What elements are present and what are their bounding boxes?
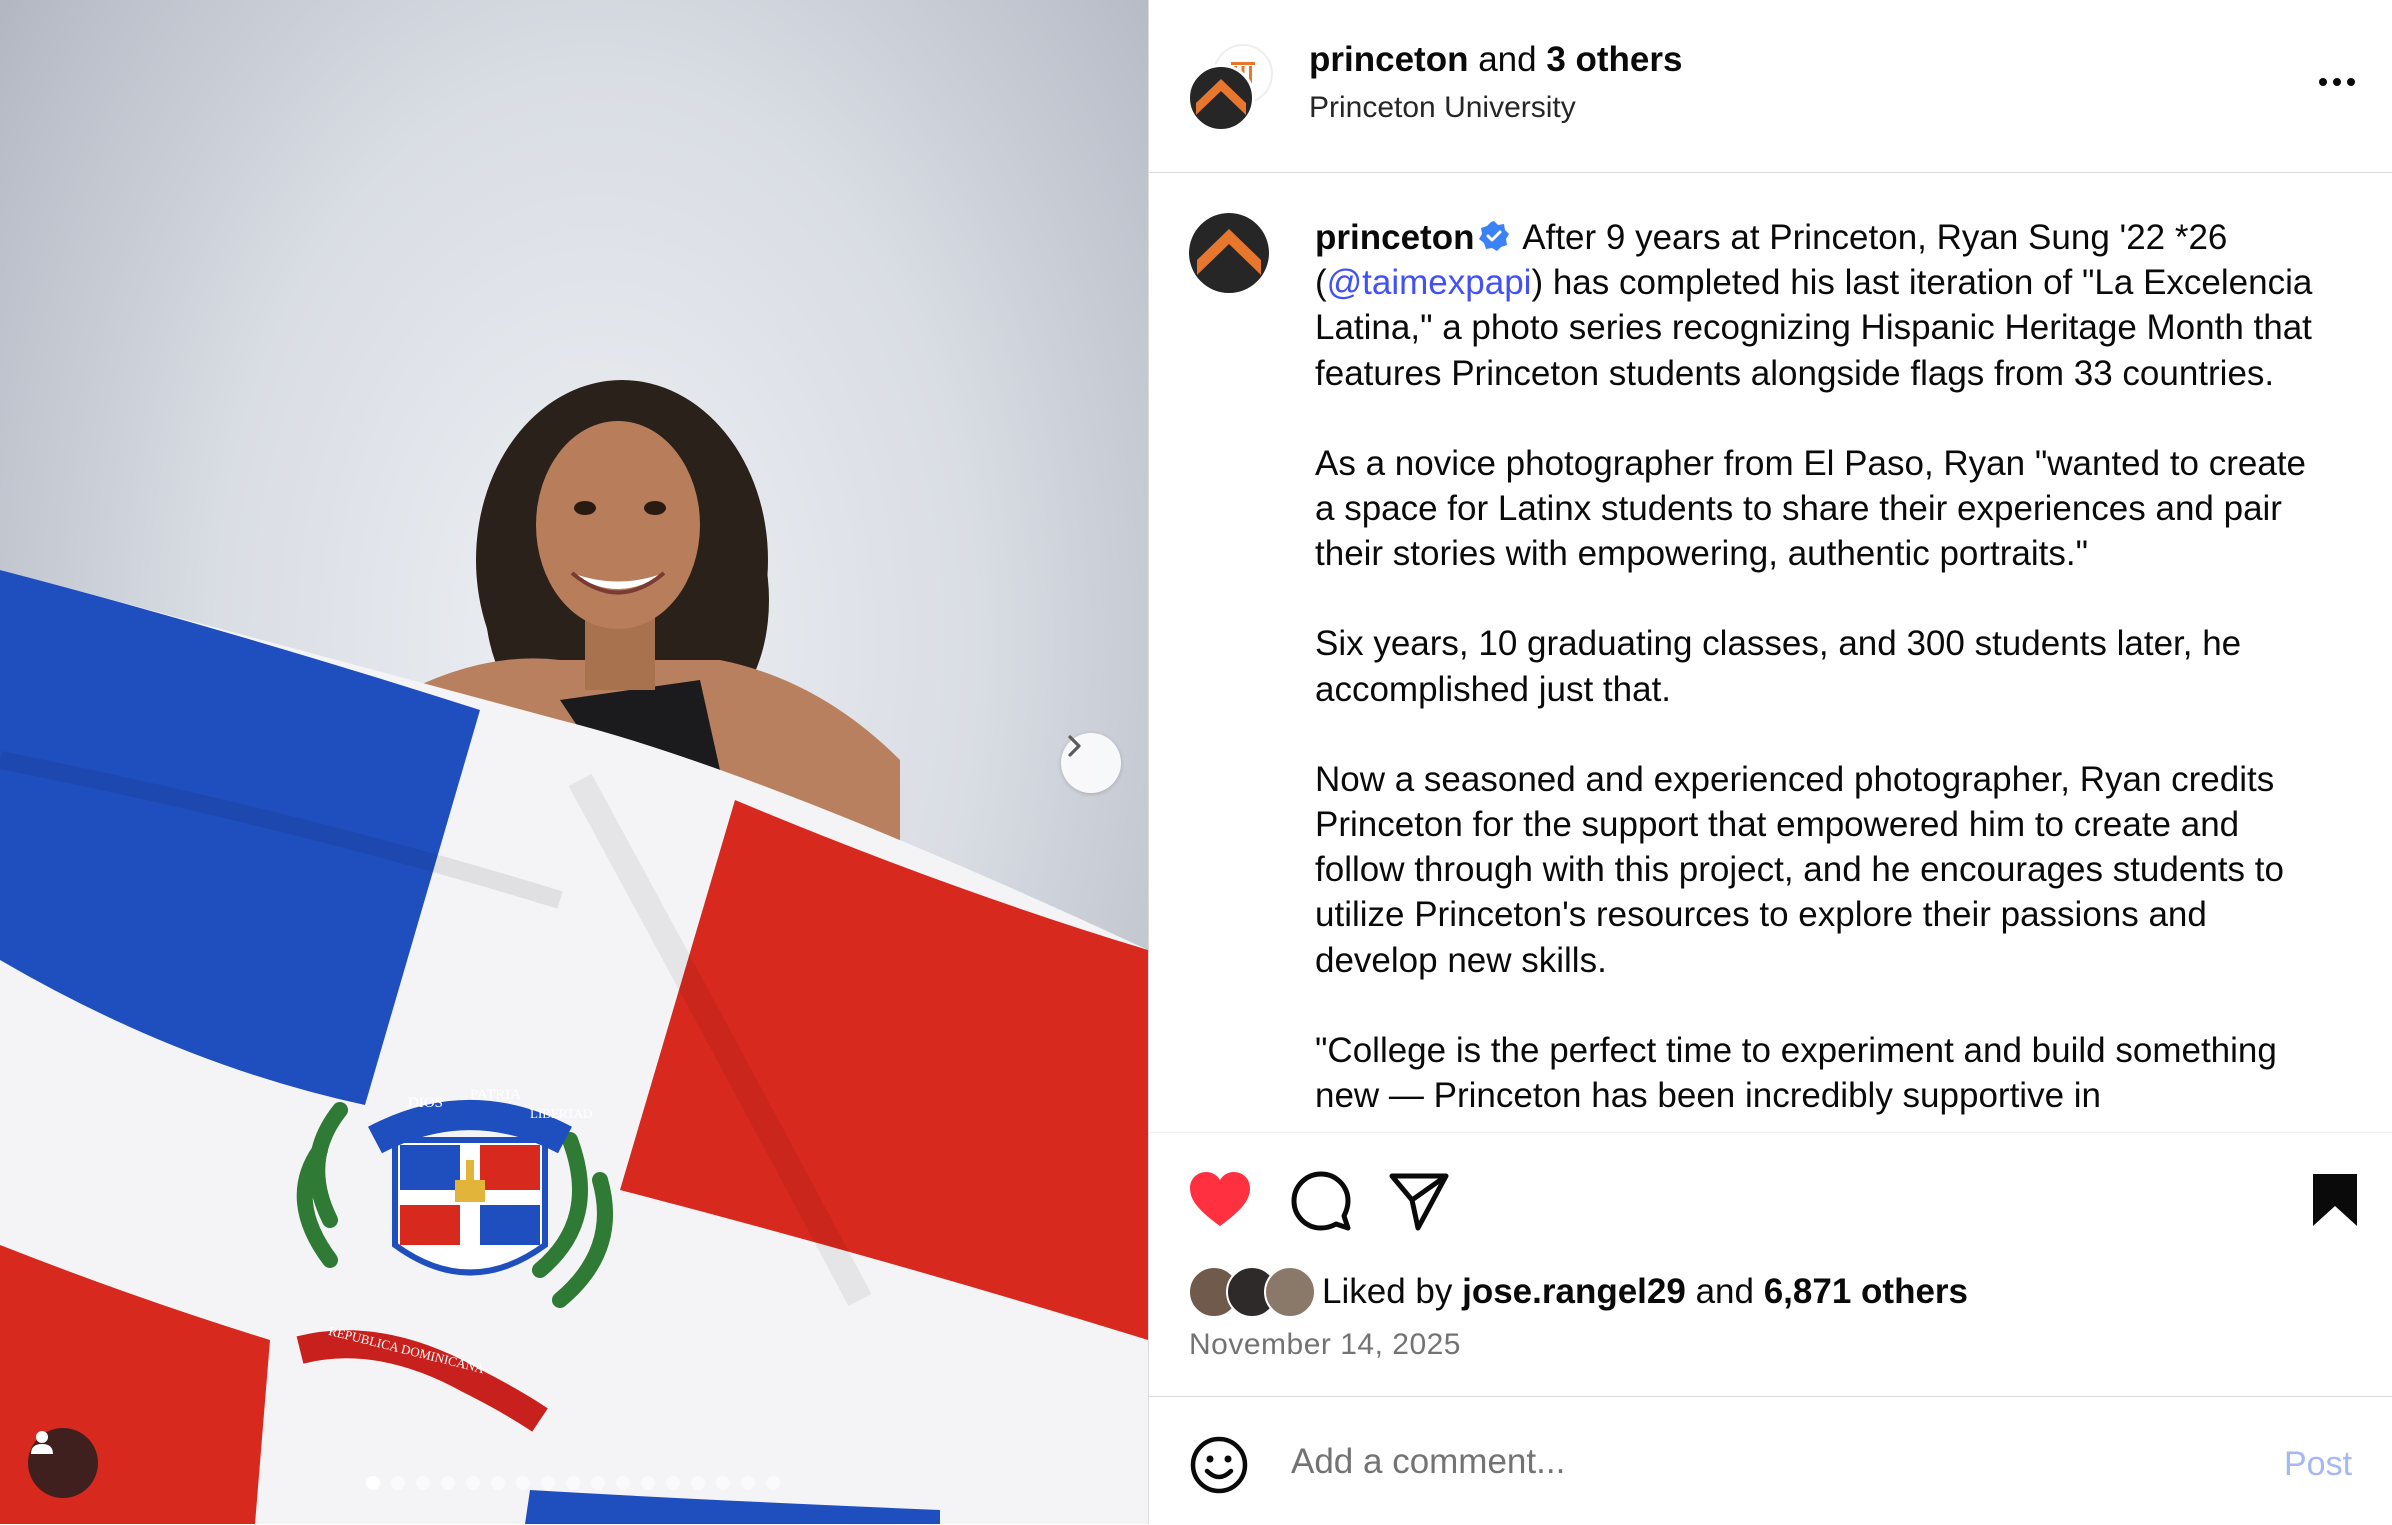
- share-button[interactable]: [1388, 1170, 1450, 1237]
- person-tag-icon: [31, 1431, 53, 1454]
- motto-libertad: LIBERTAD: [530, 1106, 592, 1121]
- carousel-dot: [441, 1476, 455, 1490]
- post-media[interactable]: DIOS PATRIA LIBERTAD REPUBLICA DOMINICAN…: [0, 0, 1148, 1524]
- caption-paragraph: "College is the perfect time to experime…: [1315, 1030, 2277, 1116]
- caption-paragraph: Six years, 10 graduating classes, and 30…: [1315, 624, 2242, 709]
- likes-summary: Liked by jose.rangel29 and 6,871 others: [1188, 1266, 1968, 1318]
- comment-button[interactable]: [1290, 1170, 1352, 1237]
- carousel-dot: [666, 1476, 680, 1490]
- more-horizontal-icon: [2319, 78, 2355, 86]
- motto-patria: PATRIA: [470, 1087, 521, 1103]
- carousel-dot: [691, 1476, 705, 1490]
- caption-username[interactable]: princeton: [1315, 218, 1474, 257]
- princeton-chevron-logo-icon: [1196, 79, 1246, 115]
- caption-paragraph: Now a seasoned and experienced photograp…: [1315, 759, 2284, 980]
- comment-bar: Post: [1149, 1396, 2392, 1525]
- post-header: princeton and 3 others Princeton Univers…: [1149, 0, 2392, 173]
- chevron-right-icon: [1068, 735, 1081, 757]
- caption-author-avatar[interactable]: [1189, 213, 1269, 293]
- face: [536, 421, 700, 629]
- paper-plane-icon: [1389, 1173, 1449, 1231]
- post-author-line[interactable]: princeton and 3 others: [1309, 40, 1682, 80]
- save-button[interactable]: [2310, 1172, 2360, 1233]
- carousel-dot: [516, 1476, 530, 1490]
- carousel-dot: [766, 1476, 780, 1490]
- verified-badge-icon: [1479, 221, 1510, 251]
- carousel-dot: [541, 1476, 555, 1490]
- carousel-dot: [591, 1476, 605, 1490]
- heart-filled-icon: [1190, 1172, 1250, 1226]
- carousel-dot: [641, 1476, 655, 1490]
- liker-username[interactable]: jose.rangel29: [1462, 1272, 1686, 1312]
- mention-link[interactable]: @taimexpapi: [1327, 263, 1532, 302]
- carousel-dot: [466, 1476, 480, 1490]
- liker-avatar: [1264, 1266, 1316, 1318]
- post-caption: princeton After 9 years at Princeton, Ry…: [1315, 215, 2325, 1131]
- carousel-dot: [491, 1476, 505, 1490]
- comment-input[interactable]: [1289, 1431, 2193, 1493]
- post-date[interactable]: November 14, 2025: [1189, 1328, 1461, 1362]
- caption-scroll-area[interactable]: princeton After 9 years at Princeton, Ry…: [1149, 173, 2392, 1131]
- princeton-avatar: [1187, 64, 1255, 132]
- princeton-chevron-logo-icon: [1197, 229, 1261, 275]
- author-subtitle: Princeton University: [1309, 91, 1576, 124]
- actions-divider: [1149, 1132, 2392, 1133]
- motto-dios: DIOS: [408, 1095, 443, 1111]
- smiley-icon: [1190, 1436, 1248, 1494]
- more-options-button[interactable]: [2309, 62, 2365, 102]
- liked-by-prefix: Liked by: [1322, 1272, 1453, 1311]
- author-username[interactable]: princeton: [1309, 40, 1468, 79]
- emoji-button[interactable]: [1189, 1435, 1249, 1500]
- speech-bubble-icon: [1291, 1171, 1351, 1231]
- liker-avatars[interactable]: [1188, 1266, 1316, 1318]
- liked-by-connector: and: [1695, 1272, 1754, 1311]
- collab-others[interactable]: 3 others: [1546, 40, 1682, 79]
- carousel-dot: [741, 1476, 755, 1490]
- collab-avatars[interactable]: [1187, 44, 1273, 132]
- carousel-indicator: [366, 1476, 780, 1490]
- caption-paragraph: As a novice photographer from El Paso, R…: [1315, 443, 2307, 574]
- collab-connector: and: [1478, 40, 1537, 79]
- post-comment-button[interactable]: Post: [2284, 1445, 2352, 1484]
- likes-count-link[interactable]: 6,871 others: [1764, 1272, 1968, 1312]
- post-photo: DIOS PATRIA LIBERTAD REPUBLICA DOMINICAN…: [0, 380, 1148, 1524]
- carousel-dot: [391, 1476, 405, 1490]
- like-button[interactable]: [1188, 1170, 1252, 1235]
- next-slide-button[interactable]: [1061, 733, 1121, 793]
- carousel-dot: [716, 1476, 730, 1490]
- carousel-dot: [566, 1476, 580, 1490]
- bookmark-filled-icon: [2313, 1174, 2357, 1226]
- carousel-dot-active: [366, 1476, 380, 1490]
- carousel-dot: [416, 1476, 430, 1490]
- tagged-people-button[interactable]: [28, 1428, 98, 1498]
- carousel-dot: [616, 1476, 630, 1490]
- caption-paragraph: princeton After 9 years at Princeton, Ry…: [1315, 215, 2325, 396]
